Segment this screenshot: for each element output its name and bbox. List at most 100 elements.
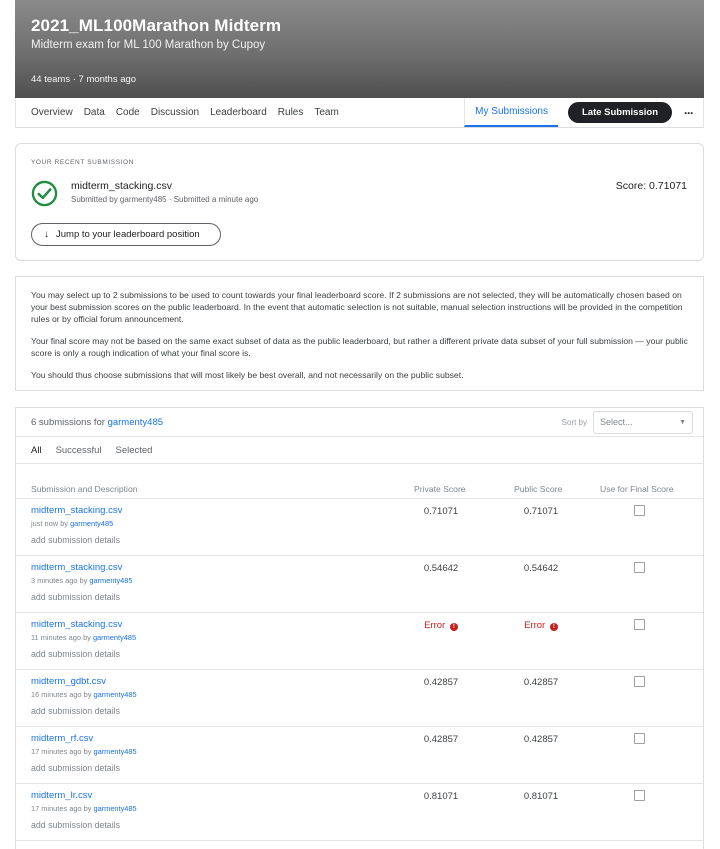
submissions-table-header: Submission and Description Private Score… bbox=[16, 464, 703, 499]
tab-code[interactable]: Code bbox=[116, 107, 140, 118]
check-circle-icon bbox=[31, 180, 58, 207]
private-score: Error ! bbox=[406, 620, 476, 631]
submission-time: 3 minutes ago by garmenty485 bbox=[31, 576, 133, 585]
public-score: 0.54642 bbox=[523, 563, 559, 574]
filter-selected[interactable]: Selected bbox=[116, 445, 153, 456]
header-use-for-final: Use for Final Score bbox=[600, 484, 674, 494]
submission-file-link[interactable]: midterm_lr.csv bbox=[31, 790, 92, 801]
error-label: Error bbox=[524, 620, 546, 631]
final-score-checkbox[interactable] bbox=[634, 505, 645, 516]
public-score: Error ! bbox=[506, 620, 576, 631]
more-options-icon[interactable]: ··· bbox=[684, 106, 694, 120]
nav-tabs: Overview Data Code Discussion Leaderboard Rul… bbox=[16, 107, 350, 118]
add-details-link[interactable]: add submission details bbox=[31, 706, 120, 716]
tab-overview[interactable]: Overview bbox=[31, 107, 73, 118]
submission-time-text: 17 minutes ago bbox=[31, 747, 82, 756]
tab-my-submissions[interactable]: My Submissions bbox=[464, 98, 558, 127]
arrow-down-icon: ↓ bbox=[44, 229, 49, 240]
final-score-checkbox[interactable] bbox=[634, 562, 645, 573]
submission-user-link[interactable]: garmenty485 bbox=[93, 690, 136, 699]
submission-time-text: 3 minutes ago bbox=[31, 576, 78, 585]
private-score: 0.54642 bbox=[423, 563, 459, 574]
add-details-link[interactable]: add submission details bbox=[31, 535, 120, 545]
error-label: Error bbox=[424, 620, 446, 631]
submission-by-label: by bbox=[83, 690, 92, 699]
add-details-link[interactable]: add submission details bbox=[31, 592, 120, 602]
tab-rules[interactable]: Rules bbox=[278, 107, 304, 118]
submission-time: 16 minutes ago by garmenty485 bbox=[31, 690, 137, 699]
submission-time: 17 minutes ago by garmenty485 bbox=[31, 747, 137, 756]
table-row: midterm_stacking.csv just now by garment… bbox=[16, 499, 703, 556]
submission-filters: All Successful Selected bbox=[16, 437, 703, 464]
competition-meta: 44 teams · 7 months ago bbox=[31, 74, 137, 85]
add-details-link[interactable]: add submission details bbox=[31, 763, 120, 773]
submission-time-text: 17 minutes ago bbox=[31, 804, 82, 813]
submission-user-link[interactable]: garmenty485 bbox=[93, 747, 136, 756]
submission-time-text: 11 minutes ago bbox=[31, 633, 81, 642]
final-score-checkbox[interactable] bbox=[634, 733, 645, 744]
final-score-checkbox[interactable] bbox=[634, 676, 645, 687]
jump-to-leaderboard-button[interactable]: ↓ Jump to your leaderboard position bbox=[31, 223, 221, 246]
submissions-table-body: midterm_stacking.csv just now by garment… bbox=[16, 499, 703, 841]
header-description: Submission and Description bbox=[31, 484, 138, 494]
submission-by-label: by bbox=[83, 747, 92, 756]
recent-score: Score: 0.71071 bbox=[615, 180, 687, 192]
submission-by-label: by bbox=[83, 804, 92, 813]
private-score: 0.81071 bbox=[423, 791, 459, 802]
tab-leaderboard[interactable]: Leaderboard bbox=[210, 107, 267, 118]
info-icon[interactable]: ! bbox=[449, 623, 458, 631]
final-score-checkbox[interactable] bbox=[634, 619, 645, 630]
sort-by-label: Sort by bbox=[561, 417, 587, 427]
submission-user-link[interactable]: garmenty485 bbox=[93, 804, 136, 813]
submission-file-link[interactable]: midterm_rf.csv bbox=[31, 733, 93, 744]
competition-title: 2021_ML100Marathon Midterm bbox=[31, 16, 282, 35]
table-row: midterm_gdbt.csv 16 minutes ago by garme… bbox=[16, 670, 703, 727]
submission-time: 11 minutes ago by garmenty485 bbox=[31, 633, 136, 642]
submission-file-link[interactable]: midterm_gdbt.csv bbox=[31, 676, 106, 687]
filter-successful[interactable]: Successful bbox=[56, 445, 102, 456]
recent-file-name: midterm_stacking.csv bbox=[71, 180, 172, 192]
info-icon[interactable]: ! bbox=[549, 623, 558, 631]
public-score: 0.81071 bbox=[523, 791, 559, 802]
submission-file-link[interactable]: midterm_stacking.csv bbox=[31, 562, 122, 573]
tab-team[interactable]: Team bbox=[314, 107, 338, 118]
sort-select[interactable]: Select... ▼ bbox=[593, 410, 693, 434]
submission-time: 17 minutes ago by garmenty485 bbox=[31, 804, 137, 813]
filter-all[interactable]: All bbox=[31, 445, 42, 456]
recent-submission-card: YOUR RECENT SUBMISSION midterm_stacking.… bbox=[15, 143, 704, 261]
private-score: 0.71071 bbox=[423, 506, 459, 517]
submission-time-text: 16 minutes ago bbox=[31, 690, 82, 699]
final-score-checkbox[interactable] bbox=[634, 790, 645, 801]
recent-submission-label: YOUR RECENT SUBMISSION bbox=[31, 159, 135, 166]
submission-by-label: by bbox=[79, 576, 88, 585]
submissions-user-link[interactable]: garmenty485 bbox=[108, 417, 163, 428]
selection-info-box: You may select up to 2 submissions to be… bbox=[15, 276, 704, 391]
submission-user-link[interactable]: garmenty485 bbox=[93, 633, 136, 642]
add-details-link[interactable]: add submission details bbox=[31, 820, 120, 830]
submission-user-link[interactable]: garmenty485 bbox=[70, 519, 113, 528]
submission-file-link[interactable]: midterm_stacking.csv bbox=[31, 619, 122, 630]
table-row: midterm_stacking.csv 11 minutes ago by g… bbox=[16, 613, 703, 670]
private-score: 0.42857 bbox=[423, 677, 459, 688]
add-details-link[interactable]: add submission details bbox=[31, 649, 120, 659]
submission-time-text: just now bbox=[31, 519, 59, 528]
chevron-down-icon: ▼ bbox=[679, 418, 686, 426]
recent-submitted-by: Submitted by garmenty485 · Submitted a m… bbox=[71, 195, 259, 204]
sort-select-value: Select... bbox=[600, 417, 633, 427]
info-paragraph: You may select up to 2 submissions to be… bbox=[31, 290, 683, 324]
public-score: 0.42857 bbox=[523, 677, 559, 688]
table-row: midterm_stacking.csv 3 minutes ago by ga… bbox=[16, 556, 703, 613]
late-submission-button[interactable]: Late Submission bbox=[567, 102, 672, 123]
submissions-panel: 6 submissions for garmenty485 Sort by Se… bbox=[15, 407, 704, 849]
header-private-score: Private Score bbox=[414, 484, 466, 494]
submission-by-label: by bbox=[83, 633, 91, 642]
public-score: 0.42857 bbox=[523, 734, 559, 745]
competition-subtitle: Midterm exam for ML 100 Marathon by Cupo… bbox=[31, 39, 266, 51]
submissions-count: 6 submissions for garmenty485 bbox=[31, 417, 163, 428]
submission-file-link[interactable]: midterm_stacking.csv bbox=[31, 505, 122, 516]
tab-discussion[interactable]: Discussion bbox=[151, 107, 199, 118]
competition-header: 2021_ML100Marathon Midterm Midterm exam … bbox=[15, 0, 704, 98]
submission-user-link[interactable]: garmenty485 bbox=[89, 576, 132, 585]
tab-data[interactable]: Data bbox=[84, 107, 105, 118]
private-score: 0.42857 bbox=[423, 734, 459, 745]
